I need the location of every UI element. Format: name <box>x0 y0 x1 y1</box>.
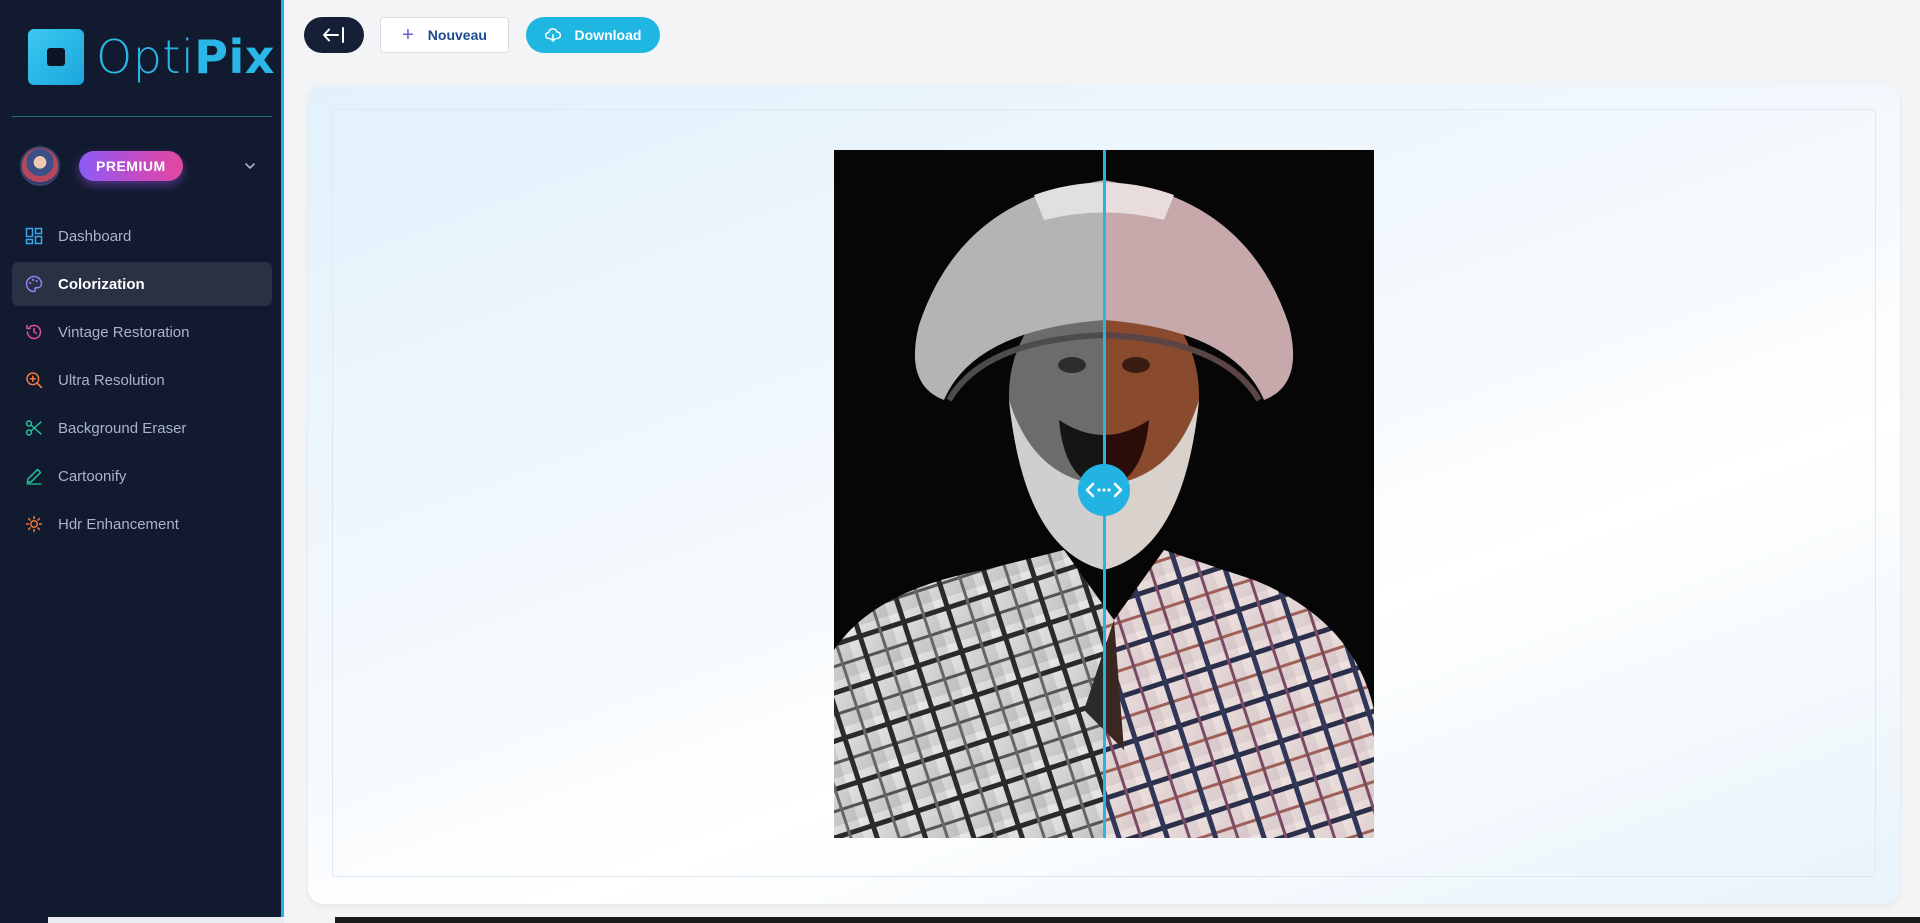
zoom-in-icon <box>26 372 43 389</box>
sidebar-item-label: Background Eraser <box>58 419 187 437</box>
sun-icon <box>25 515 43 533</box>
sidebar-item-vintage-restoration[interactable]: Vintage Restoration <box>12 310 272 354</box>
sidebar-item-label: Cartoonify <box>58 467 127 485</box>
sidebar-item-label: Hdr Enhancement <box>58 515 179 533</box>
download-button[interactable]: Download <box>526 17 660 53</box>
plus-icon: + <box>402 24 414 46</box>
sidebar-item-hdr-enhancement[interactable]: Hdr Enhancement <box>12 502 272 546</box>
toolbar: + Nouveau Download <box>287 0 1920 69</box>
logo-text: OptiPix <box>96 29 275 85</box>
app-logo[interactable]: OptiPix <box>28 29 275 85</box>
new-button-label: Nouveau <box>427 27 487 43</box>
arrow-left-to-line-icon <box>323 27 344 43</box>
sidebar-nav: Dashboard Colorization Vintage Restorati… <box>12 214 272 550</box>
pen-icon <box>26 468 42 485</box>
history-icon <box>26 324 42 340</box>
download-button-label: Download <box>574 27 642 43</box>
sidebar-item-cartoonify[interactable]: Cartoonify <box>12 454 272 498</box>
sidebar-item-dashboard[interactable]: Dashboard <box>12 214 272 258</box>
sidebar-item-label: Dashboard <box>58 227 132 245</box>
comparison-slider-handle[interactable] <box>1078 464 1130 516</box>
sidebar-item-background-eraser[interactable]: Background Eraser <box>12 406 272 450</box>
chevron-down-icon[interactable] <box>243 159 257 173</box>
sidebar-item-colorization[interactable]: Colorization <box>12 262 272 306</box>
collapse-sidebar-button[interactable] <box>304 17 364 53</box>
sidebar-item-label: Colorization <box>58 275 145 293</box>
bottom-edge-left <box>48 917 284 923</box>
sidebar-divider <box>12 116 272 117</box>
logo-mark-icon <box>28 29 84 85</box>
sidebar-item-label: Vintage Restoration <box>58 323 190 341</box>
palette-icon <box>25 275 43 293</box>
before-after-comparison[interactable] <box>834 150 1374 838</box>
sidebar: OptiPix PREMIUM Dashboard Colorization V… <box>0 0 284 923</box>
user-menu[interactable]: PREMIUM <box>20 145 265 187</box>
sidebar-item-label: Ultra Resolution <box>58 371 165 389</box>
cloud-download-icon <box>544 28 561 42</box>
logo-text-bold: Pix <box>194 30 275 84</box>
avatar[interactable] <box>20 146 60 186</box>
sidebar-item-ultra-resolution[interactable]: Ultra Resolution <box>12 358 272 402</box>
scissors-icon <box>25 420 42 436</box>
logo-text-light: Opti <box>96 30 195 84</box>
arrows-horizontal-icon <box>1085 482 1123 498</box>
new-button[interactable]: + Nouveau <box>380 17 509 53</box>
dashboard-grid-icon <box>25 227 43 245</box>
premium-badge: PREMIUM <box>79 151 183 181</box>
bottom-edge <box>335 917 1920 923</box>
